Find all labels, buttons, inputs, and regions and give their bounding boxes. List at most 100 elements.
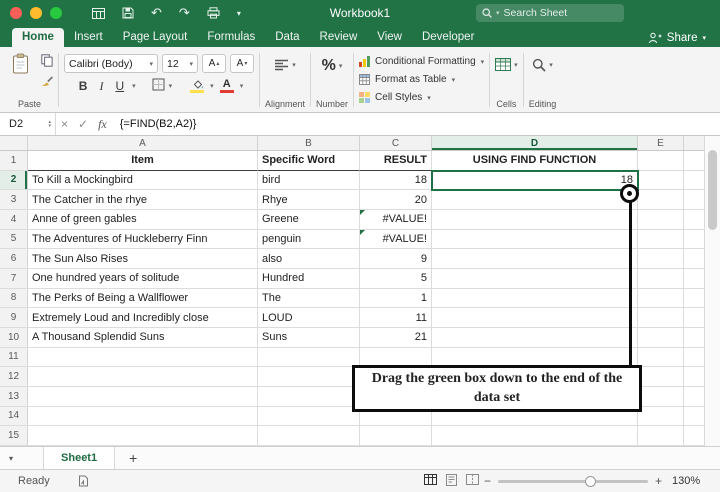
fill-handle-ring[interactable] [620, 184, 639, 203]
row-header-7[interactable]: 7 [0, 268, 28, 289]
cell-E4[interactable] [638, 209, 684, 230]
cell-E1[interactable] [638, 151, 684, 171]
page-layout-view-button[interactable] [446, 473, 457, 489]
cell-A12[interactable] [28, 367, 258, 387]
cell-C6[interactable]: 9 [360, 249, 432, 269]
decrease-font-size-button[interactable]: A ▾ [230, 54, 254, 73]
print-icon[interactable] [207, 5, 220, 21]
cell-A1[interactable]: Item [28, 151, 258, 171]
cell-B8[interactable]: The [258, 288, 360, 309]
editing-button[interactable]: ▾ [532, 58, 553, 72]
cell-A7[interactable]: One hundred years of solitude [28, 268, 258, 289]
cell-D15[interactable] [432, 426, 638, 446]
zoom-slider-thumb[interactable] [585, 475, 597, 487]
cell-E14[interactable] [638, 406, 684, 427]
fill-color-caret-icon[interactable]: ▾ [210, 82, 214, 90]
cell-A13[interactable] [28, 386, 258, 407]
tab-insert[interactable]: Insert [64, 28, 113, 47]
cell-C15[interactable] [360, 426, 432, 446]
cell-D4[interactable] [432, 209, 638, 230]
cell-E13[interactable] [638, 386, 684, 407]
cell-A4[interactable]: Anne of green gables [28, 209, 258, 230]
tab-view[interactable]: View [367, 28, 412, 47]
cell-B6[interactable]: also [258, 249, 360, 269]
normal-view-button[interactable] [424, 474, 437, 488]
cell-B15[interactable] [258, 426, 360, 446]
copy-icon[interactable] [41, 54, 53, 70]
cell-D10[interactable] [432, 327, 638, 348]
underline-button[interactable]: U [111, 79, 128, 93]
cell-D1[interactable]: USING FIND FUNCTION [432, 151, 638, 171]
undo-icon[interactable]: ↶ [151, 5, 162, 21]
tab-data[interactable]: Data [265, 28, 309, 47]
row-header-8[interactable]: 8 [0, 288, 28, 309]
sheet-tab-sheet1[interactable]: Sheet1 [43, 447, 116, 469]
cell-E9[interactable] [638, 308, 684, 328]
cell-C2[interactable]: 18 [360, 170, 432, 191]
cell-E15[interactable] [638, 426, 684, 446]
column-header-D[interactable]: D [432, 136, 638, 151]
cell-A6[interactable]: The Sun Also Rises [28, 249, 258, 269]
cell-C1[interactable]: RESULT [360, 151, 432, 171]
paste-button[interactable] [6, 51, 35, 76]
row-header-12[interactable]: 12 [0, 367, 28, 387]
cell-B12[interactable] [258, 367, 360, 387]
cell-D8[interactable] [432, 288, 638, 309]
font-name-select[interactable]: Calibri (Body) ▾ [64, 54, 158, 73]
formula-input[interactable]: {=FIND(B2,A2)} [120, 118, 197, 130]
cell-A9[interactable]: Extremely Loud and Incredibly close [28, 308, 258, 328]
cell-C10[interactable]: 21 [360, 327, 432, 348]
row-header-14[interactable]: 14 [0, 406, 28, 427]
cell-E8[interactable] [638, 288, 684, 309]
conditional-formatting-button[interactable]: Conditional Formatting ▾ [359, 54, 484, 69]
cell-E6[interactable] [638, 249, 684, 269]
name-box-stepper[interactable]: ▴ ▾ [48, 120, 51, 129]
cell-B10[interactable]: Suns [258, 327, 360, 348]
alignment-button[interactable]: ▾ [274, 59, 296, 71]
cell-styles-button[interactable]: Cell Styles ▾ [359, 90, 431, 105]
fill-color-button[interactable] [188, 79, 206, 93]
cell-E5[interactable] [638, 229, 684, 250]
cell-B7[interactable]: Hundred [258, 268, 360, 289]
column-header-A[interactable]: A [28, 136, 258, 151]
cell-A10[interactable]: A Thousand Splendid Suns [28, 327, 258, 348]
zoom-slider[interactable] [498, 475, 649, 487]
zoom-out-button[interactable]: − [484, 474, 491, 488]
close-window-button[interactable] [10, 7, 22, 19]
toolbar-caret-icon[interactable]: ▾ [237, 5, 241, 21]
cell-A2[interactable]: To Kill a Mockingbird [28, 170, 258, 191]
cell-B3[interactable]: Rhye [258, 190, 360, 210]
cell-A11[interactable] [28, 347, 258, 368]
row-header-1[interactable]: 1 [0, 151, 28, 171]
column-header-C[interactable]: C [360, 136, 432, 151]
minimize-window-button[interactable] [30, 7, 42, 19]
number-format-button[interactable]: % ▾ [322, 57, 343, 75]
status-indicator-icon[interactable] [78, 475, 89, 487]
cell-B2[interactable]: bird [258, 170, 360, 191]
confirm-entry-icon[interactable]: ✓ [73, 117, 93, 131]
cell-C4[interactable]: #VALUE! [360, 209, 432, 230]
redo-icon[interactable]: ↷ [179, 5, 190, 21]
cell-B1[interactable]: Specific Word [258, 151, 360, 171]
row-header-13[interactable]: 13 [0, 386, 28, 407]
font-color-caret-icon[interactable]: ▾ [240, 82, 244, 90]
cancel-entry-icon[interactable]: × [56, 117, 73, 131]
cell-E2[interactable] [638, 170, 684, 191]
cell-A5[interactable]: The Adventures of Huckleberry Finn [28, 229, 258, 250]
vertical-scrollbar[interactable] [704, 136, 720, 446]
cell-A3[interactable]: The Catcher in the rhye [28, 190, 258, 210]
cell-D5[interactable] [432, 229, 638, 250]
search-field[interactable]: ▾ Search Sheet [476, 4, 624, 22]
column-header-B[interactable]: B [258, 136, 360, 151]
cell-D3[interactable] [432, 190, 638, 210]
zoom-in-button[interactable]: + [655, 474, 662, 488]
row-header-4[interactable]: 4 [0, 209, 28, 230]
row-header-10[interactable]: 10 [0, 327, 28, 348]
name-box[interactable]: D2 ▴ ▾ [0, 113, 56, 135]
insert-function-icon[interactable]: fx [93, 117, 112, 132]
font-color-button[interactable]: A [218, 79, 236, 93]
increase-font-size-button[interactable]: A ▴ [202, 54, 226, 73]
row-header-2[interactable]: 2 [0, 170, 28, 191]
underline-caret-icon[interactable]: ▾ [132, 82, 136, 90]
cells-button[interactable]: ▾ [495, 58, 518, 71]
